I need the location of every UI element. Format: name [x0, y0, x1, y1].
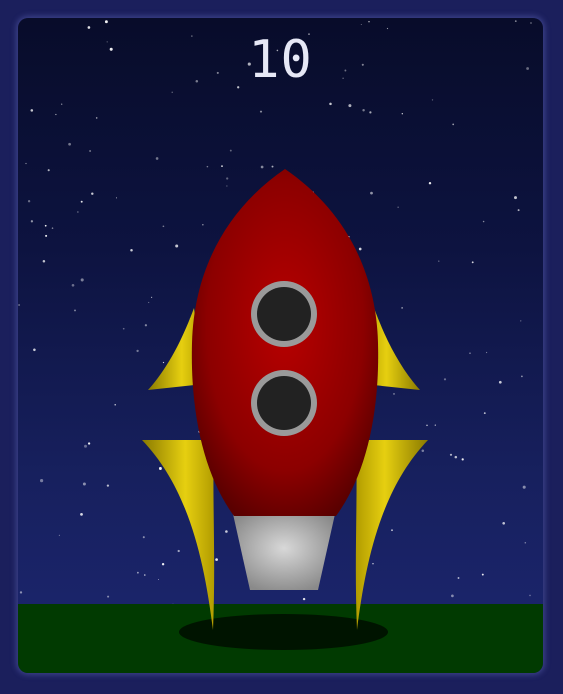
game-viewport: 10 [18, 18, 543, 673]
right-lower-fin [355, 440, 428, 630]
porthole-icon [251, 281, 317, 347]
rocket-nozzle [233, 514, 335, 590]
porthole-icon [251, 370, 317, 436]
left-lower-fin [142, 440, 215, 630]
rocket-icon[interactable] [18, 18, 543, 673]
